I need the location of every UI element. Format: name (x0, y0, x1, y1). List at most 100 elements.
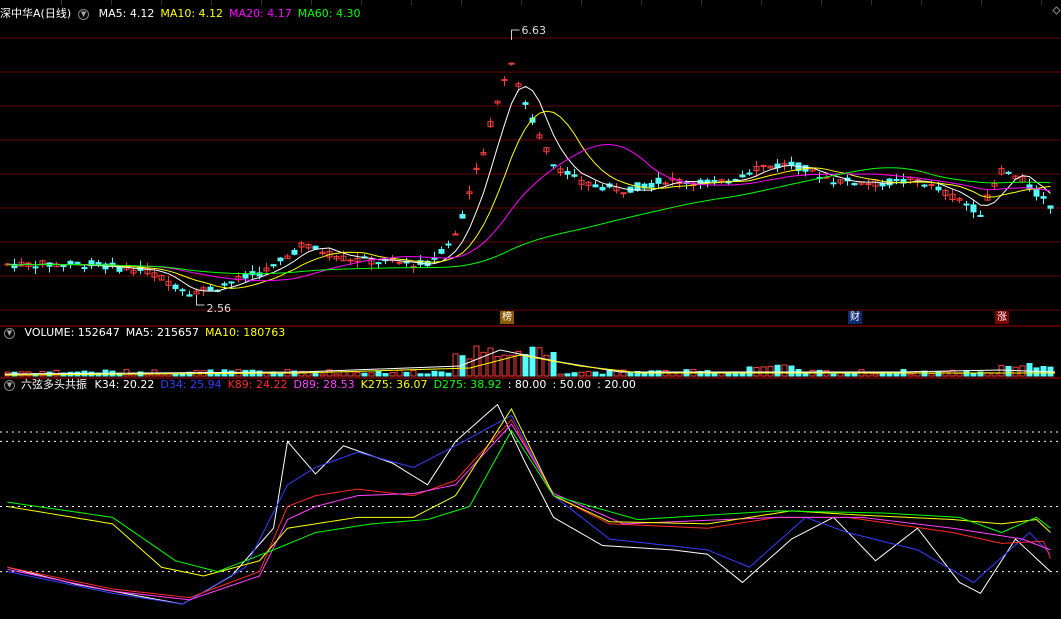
osc-indicator-0: K34: 20.22 (94, 378, 155, 391)
volume-bar (214, 373, 221, 377)
osc-indicator-3: D89: 28.53 (293, 378, 355, 391)
osc-indicator-8: : 20.00 (597, 378, 636, 391)
ma10-line (7, 110, 1051, 289)
candle-body (186, 294, 193, 297)
event-marker-bang[interactable]: 榜 (500, 311, 514, 324)
price-indicator-0: MA5: 4.12 (98, 7, 155, 20)
chart-canvas[interactable]: 6.63 2.56 (0, 0, 1061, 619)
volume-bar (865, 372, 872, 377)
ma20-line (7, 144, 1051, 282)
volume-bar (522, 354, 529, 377)
event-marker-cai[interactable]: 财 (848, 311, 862, 324)
volume-bar (711, 373, 718, 377)
candle-body (1040, 196, 1047, 199)
candle-body (459, 214, 466, 219)
candle-body (865, 183, 872, 186)
k275-line (7, 407, 1051, 577)
volume-bar (893, 373, 900, 377)
volume-bar (739, 373, 746, 377)
stock-title[interactable]: 深中华A(日线) (0, 7, 71, 20)
high-price-label: 6.63 (522, 24, 547, 37)
osc-indicator-6: : 80.00 (507, 378, 547, 391)
candle-body (207, 286, 214, 291)
volume-bar (746, 366, 753, 377)
osc-indicator-5: D275: 38.92 (433, 378, 502, 391)
volume-bar (830, 373, 837, 377)
volume-bar (774, 364, 781, 377)
volume-bar (340, 371, 347, 377)
collapse-icon[interactable]: ▼ (78, 8, 90, 20)
volume-bar (396, 369, 403, 377)
volume-bar (928, 373, 935, 377)
candle-body (312, 245, 319, 250)
candle-body (508, 62, 515, 65)
volume-bar (1033, 367, 1040, 377)
volume-bar (347, 371, 354, 377)
volume-bar (368, 372, 375, 377)
candle-body (32, 266, 39, 269)
candle-body (746, 172, 753, 175)
d34-line (7, 414, 1051, 605)
candle-body (431, 257, 438, 260)
candle-body (599, 187, 606, 191)
volume-bar (319, 373, 326, 377)
volume-bar (585, 370, 592, 377)
volume-bar (571, 372, 578, 377)
volume-bar (970, 372, 977, 377)
volume-bar (578, 371, 585, 377)
volume-bar (529, 346, 536, 377)
candle-body (1005, 171, 1012, 174)
volume-bar (494, 355, 501, 377)
candle-body (970, 204, 977, 213)
price-indicator-3: MA60: 4.30 (297, 7, 361, 20)
osc-indicator-4: K275: 36.07 (360, 378, 428, 391)
candle-body (179, 289, 186, 292)
candle-body (228, 281, 235, 284)
candle-body (221, 283, 228, 286)
candle-body (347, 259, 354, 262)
event-marker-zhang[interactable]: 涨 (995, 311, 1009, 324)
candle-body (438, 248, 445, 254)
volume-bar (333, 373, 340, 377)
volume-bar (641, 373, 648, 377)
osc-indicator-1: D34: 25.94 (160, 378, 222, 391)
price-indicator-1: MA10: 4.12 (160, 7, 224, 20)
candle-body (788, 161, 795, 166)
candle-body (620, 192, 627, 195)
volume-indicator-0: VOLUME: 152647 (24, 326, 120, 339)
oscillator-title[interactable]: 六弦多头共振 (21, 378, 87, 391)
volume-bar (410, 370, 417, 377)
volume-indicator-1: MA5: 215657 (125, 326, 199, 339)
candle-body (550, 164, 557, 167)
volume-bar (781, 364, 788, 377)
volume-bar (508, 354, 515, 377)
candle-body (109, 262, 116, 265)
volume-bar (627, 372, 634, 377)
candle-body (116, 266, 123, 272)
price-legend: 深中华A(日线) ▼ MA5: 4.12 MA10: 4.12 MA20: 4.17 M… (0, 6, 366, 22)
volume-bar (382, 373, 389, 377)
candle-body (963, 203, 970, 206)
candle-body (711, 179, 718, 182)
candle-body (851, 182, 858, 186)
candle-body (935, 186, 942, 191)
candle-body (375, 262, 382, 265)
low-pointer (196, 295, 205, 306)
candle-body (977, 214, 984, 217)
volume-bar (907, 373, 914, 377)
volume-bar (767, 365, 774, 377)
k34-line (7, 403, 1051, 605)
volume-bar (998, 365, 1005, 377)
candle-body (592, 184, 599, 188)
price-indicator-2: MA20: 4.17 (229, 7, 292, 20)
volume-bar (872, 373, 879, 377)
candle-body (655, 177, 662, 184)
ma60-line (7, 167, 1051, 275)
candle-body (277, 257, 284, 262)
volume-bar (956, 372, 963, 377)
volume-bar (431, 370, 438, 377)
collapse-icon[interactable]: ▼ (4, 379, 15, 391)
collapse-icon[interactable]: ▼ (4, 327, 15, 339)
candle-body (445, 243, 452, 246)
candle-body (270, 264, 277, 267)
